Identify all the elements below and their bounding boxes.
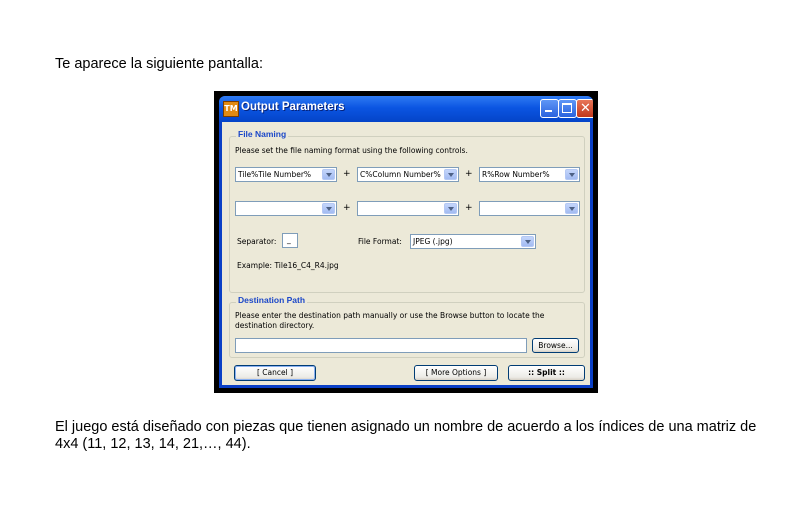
separator-input[interactable]: _ [282, 233, 298, 248]
more-options-button[interactable]: [ More Options ] [414, 365, 498, 381]
plus-sign: + [465, 169, 473, 179]
chevron-down-icon [444, 169, 457, 180]
naming-select-5[interactable] [357, 201, 459, 216]
close-button[interactable]: ✕ [576, 99, 593, 118]
chevron-down-icon [565, 203, 578, 214]
output-parameters-window: TM Output Parameters ✕ File Naming Pleas… [219, 96, 593, 388]
destination-description: Please enter the destination path manual… [235, 311, 545, 330]
naming-select-3-value: R%Row Number% [482, 170, 550, 179]
chevron-down-icon [322, 169, 335, 180]
chevron-down-icon [444, 203, 457, 214]
naming-select-3[interactable]: R%Row Number% [479, 167, 580, 182]
title-bar[interactable]: TM Output Parameters ✕ [219, 96, 593, 122]
split-button[interactable]: :: Split :: [508, 365, 585, 381]
separator-label: Separator: [237, 237, 277, 246]
window-title: Output Parameters [241, 101, 345, 113]
cancel-button[interactable]: [ Cancel ] [234, 365, 316, 381]
maximize-icon [562, 103, 572, 113]
close-icon: ✕ [580, 101, 591, 116]
separator-value: _ [287, 235, 291, 244]
browse-button[interactable]: Browse... [532, 338, 579, 353]
chevron-down-icon [565, 169, 578, 180]
app-logo-icon: TM [223, 101, 239, 117]
file-format-value: JPEG (.jpg) [413, 237, 453, 246]
minimize-button[interactable] [540, 99, 559, 118]
naming-select-2[interactable]: C%Column Number% [357, 167, 459, 182]
chevron-down-icon [322, 203, 335, 214]
naming-select-4[interactable] [235, 201, 337, 216]
file-naming-description: Please set the file naming format using … [235, 146, 468, 155]
naming-select-2-value: C%Column Number% [360, 170, 441, 179]
screenshot-frame: TM Output Parameters ✕ File Naming Pleas… [214, 91, 598, 393]
maximize-button[interactable] [558, 99, 577, 118]
dialog-body: File Naming Please set the file naming f… [222, 122, 590, 385]
naming-select-6[interactable] [479, 201, 580, 216]
destination-path-title: Destination Path [236, 295, 308, 305]
minimize-icon [545, 110, 552, 112]
intro-paragraph: Te aparece la siguiente pantalla: [55, 56, 263, 72]
plus-sign: + [465, 203, 473, 213]
plus-sign: + [343, 203, 351, 213]
file-naming-group: File Naming Please set the file naming f… [229, 129, 585, 293]
file-name-example: Example: Tile16_C4_R4.jpg [237, 261, 339, 270]
file-naming-title: File Naming [236, 129, 289, 139]
destination-path-input[interactable] [235, 338, 527, 353]
chevron-down-icon [521, 236, 534, 247]
file-format-label: File Format: [358, 237, 402, 246]
description-paragraph: El juego está diseñado con piezas que ti… [55, 419, 757, 452]
file-format-select[interactable]: JPEG (.jpg) [410, 234, 536, 249]
naming-select-1[interactable]: Tile%Tile Number% [235, 167, 337, 182]
destination-path-group: Destination Path Please enter the destin… [229, 295, 585, 358]
plus-sign: + [343, 169, 351, 179]
naming-select-1-value: Tile%Tile Number% [238, 170, 312, 179]
